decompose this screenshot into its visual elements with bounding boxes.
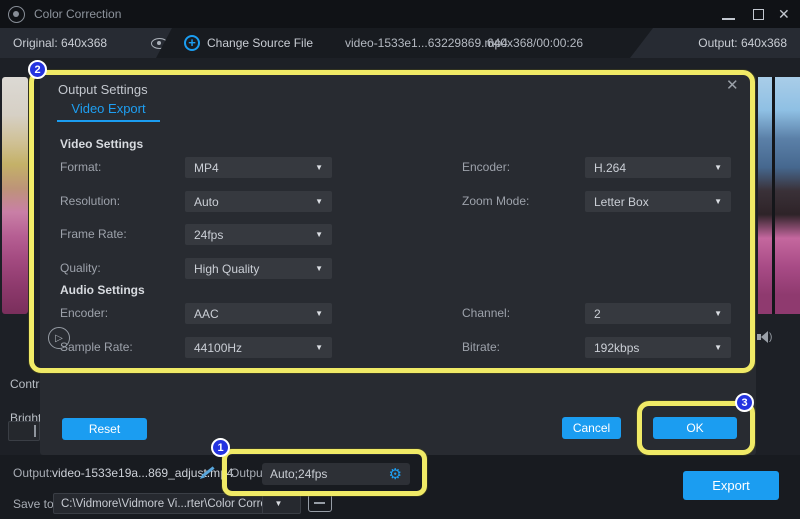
cancel-button[interactable]: Cancel — [562, 417, 621, 439]
output-preview-tab[interactable]: Output: 640x368 — [630, 28, 800, 58]
minimize-button[interactable] — [722, 18, 735, 20]
highlight-box-settings — [29, 70, 755, 373]
maximize-button[interactable] — [753, 9, 764, 20]
step-badge-3: 3 — [735, 393, 754, 412]
output-preview-image — [758, 77, 800, 314]
output-file-label: Output: — [13, 466, 52, 480]
output-size-label: Output: 640x368 — [698, 36, 787, 50]
speaker-wave: ) — [769, 332, 772, 343]
brightness-value-box[interactable] — [8, 421, 40, 441]
step-badge-2: 2 — [28, 60, 47, 79]
close-button[interactable]: ✕ — [778, 5, 790, 23]
save-to-dropdown[interactable]: C:\Vidmore\Vidmore Vi...rter\Color Corre… — [53, 493, 301, 514]
source-dimensions-duration: 640x368/00:00:26 — [487, 36, 583, 50]
highlight-box-output-field — [222, 449, 427, 496]
save-to-path: C:\Vidmore\Vidmore Vi...rter\Color Corre… — [54, 498, 262, 510]
change-source-label: Change Source File — [207, 36, 313, 50]
plus-icon: + — [184, 35, 200, 51]
source-filename: video-1533e1...63229869.mp4 — [345, 36, 508, 50]
chevron-down-icon[interactable]: ▼ — [262, 494, 294, 513]
open-folder-icon[interactable] — [308, 494, 332, 512]
export-button[interactable]: Export — [683, 471, 779, 500]
app-window: Color Correction ✕ Original: 640x368 + C… — [0, 0, 800, 519]
speaker-cone — [761, 331, 768, 343]
reset-button[interactable]: Reset — [62, 418, 147, 440]
save-to-label: Save to: — [13, 497, 57, 511]
app-logo-icon — [8, 6, 25, 23]
original-size-label: Original: 640x368 — [13, 36, 107, 50]
volume-icon[interactable]: ) — [757, 331, 772, 343]
contrast-label: Contrast — [10, 377, 40, 391]
change-source-file-button[interactable]: + Change Source File — [184, 28, 313, 58]
original-preview-image — [2, 77, 28, 314]
title-bar: Color Correction — [0, 0, 800, 28]
step-badge-1: 1 — [211, 438, 230, 457]
window-title: Color Correction — [34, 7, 121, 21]
original-preview-tab[interactable]: Original: 640x368 — [0, 28, 172, 58]
preview-divider — [772, 77, 775, 314]
